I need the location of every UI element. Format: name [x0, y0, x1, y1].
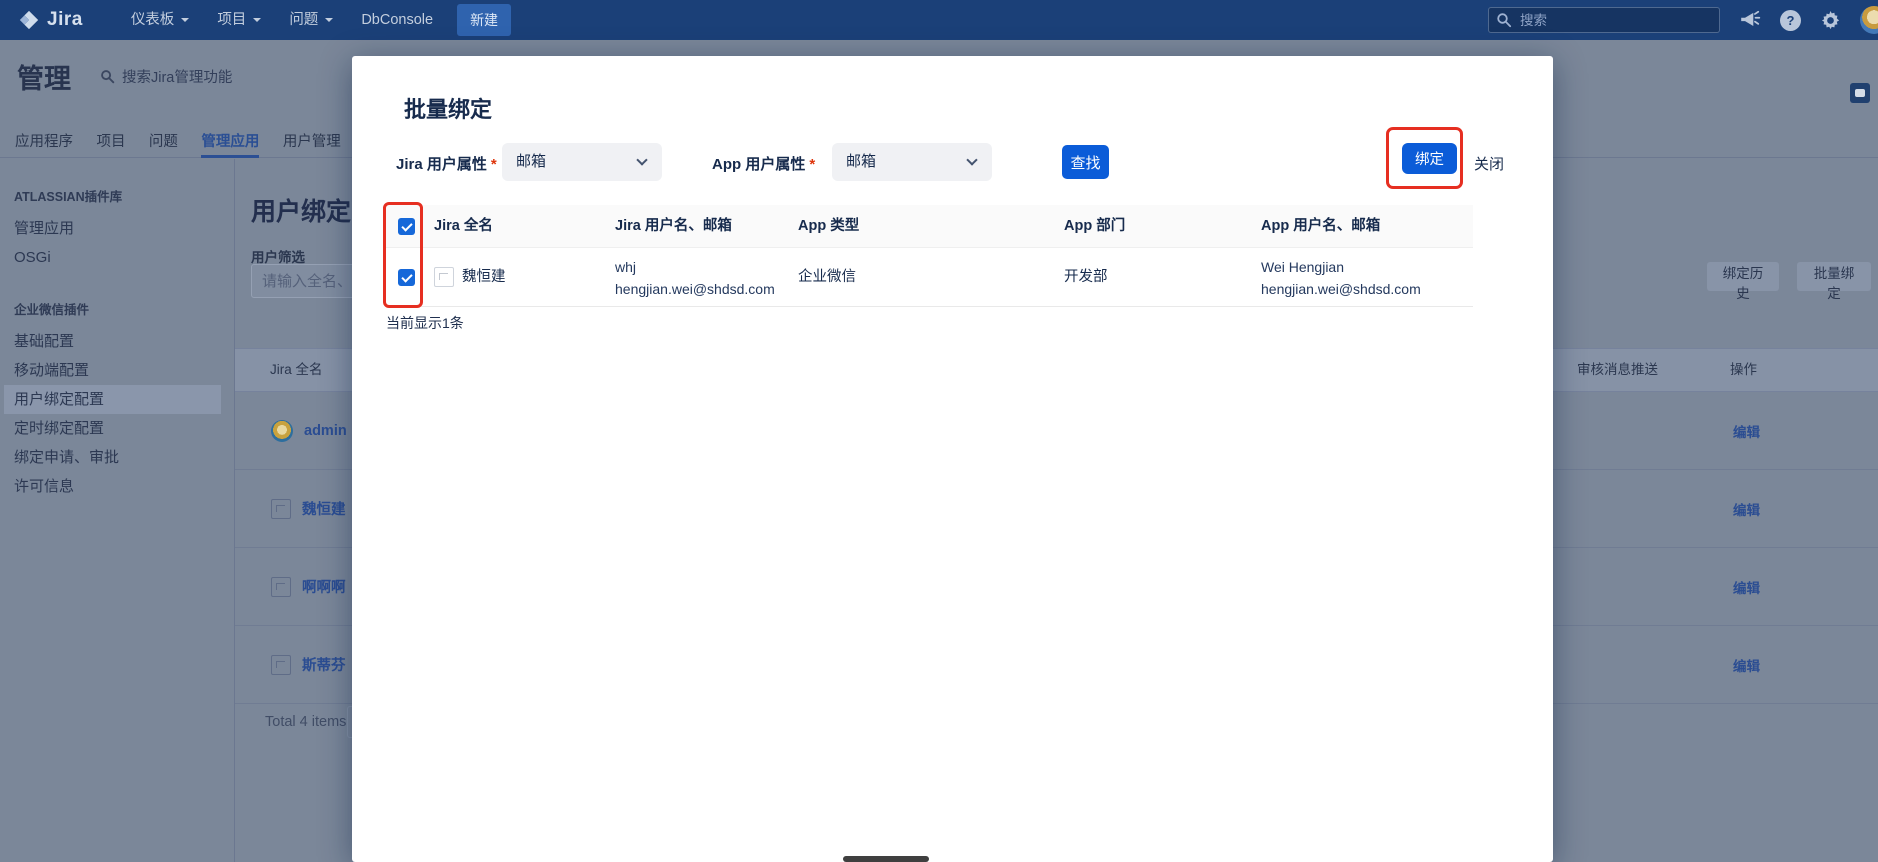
- col-app-dept: App 部门: [1064, 218, 1126, 234]
- cell-jira-email: hengjian.wei@shdsd.com: [615, 281, 775, 297]
- notification-flag-icon[interactable]: [1850, 83, 1870, 103]
- select-all-checkbox[interactable]: [398, 218, 415, 235]
- app-attr-label: App 用户属性 *: [712, 156, 816, 173]
- user-placeholder-icon: [271, 498, 291, 519]
- chevron-down-icon: [181, 18, 190, 26]
- tab-manage-apps[interactable]: 管理应用: [201, 130, 260, 158]
- user-link[interactable]: 斯蒂芬: [302, 654, 346, 675]
- edit-link[interactable]: 编辑: [1733, 655, 1760, 675]
- user-avatar[interactable]: [1860, 6, 1878, 34]
- chevron-down-icon: [325, 18, 334, 26]
- search-icon: [101, 70, 115, 84]
- sidebar-item-user-binding-config[interactable]: 用户绑定配置: [4, 385, 221, 414]
- edit-link[interactable]: 编辑: [1733, 577, 1760, 597]
- col-app-type: App 类型: [798, 218, 860, 234]
- cell-jira-fullname: 魏恒建: [462, 269, 506, 285]
- edit-link[interactable]: 编辑: [1733, 499, 1760, 519]
- navbar-search-input[interactable]: [1488, 7, 1720, 33]
- modal-table-header: Jira 全名 Jira 用户名、邮箱 App 类型 App 部门 App 用户…: [385, 205, 1473, 248]
- navbar-right: ?: [1488, 0, 1878, 40]
- bind-button[interactable]: 绑定: [1402, 143, 1457, 174]
- sidebar-item-binding-approval[interactable]: 绑定申请、审批: [0, 443, 234, 472]
- sidebar-item-mobile-config[interactable]: 移动端配置: [0, 356, 234, 385]
- user-placeholder-icon: [271, 576, 291, 597]
- top-navbar: Jira 仪表板 项目 问题 DbConsole 新建 ?: [0, 0, 1878, 40]
- jira-logo-icon: [18, 9, 40, 31]
- sidebar-item-scheduled-binding[interactable]: 定时绑定配置: [0, 414, 234, 443]
- chevron-down-icon: [966, 154, 978, 166]
- tab-projects[interactable]: 项目: [96, 130, 125, 158]
- jira-logo[interactable]: Jira: [18, 9, 83, 31]
- user-link[interactable]: admin: [304, 423, 347, 439]
- col-app-user-email: App 用户名、邮箱: [1261, 218, 1381, 234]
- cell-app-email: hengjian.wei@shdsd.com: [1261, 281, 1421, 297]
- help-icon[interactable]: ?: [1780, 9, 1801, 31]
- sidebar-section-atlassian: ATLASSIAN插件库: [14, 190, 123, 204]
- tab-user-management[interactable]: 用户管理: [283, 130, 341, 158]
- col-actions: 操作: [1730, 362, 1757, 377]
- edit-link[interactable]: 编辑: [1733, 421, 1760, 441]
- col-jira-fullname: Jira 全名: [434, 218, 493, 234]
- close-button[interactable]: 关闭: [1474, 153, 1504, 174]
- admin-sidebar: ATLASSIAN插件库 管理应用 OSGi 企业微信插件 基础配置 移动端配置…: [0, 159, 235, 862]
- chevron-down-icon: [253, 18, 262, 26]
- row-checkbox[interactable]: [398, 269, 415, 286]
- menu-dbconsole[interactable]: DbConsole: [347, 0, 447, 40]
- cell-jira-username: whj: [615, 259, 637, 275]
- menu-issues[interactable]: 问题: [275, 0, 347, 40]
- batch-binding-button[interactable]: 批量绑定: [1797, 262, 1871, 301]
- sidebar-item-osgi[interactable]: OSGi: [0, 243, 234, 272]
- find-button[interactable]: 查找: [1062, 145, 1109, 179]
- sidebar-item-license-info[interactable]: 许可信息: [0, 472, 234, 501]
- chevron-down-icon: [636, 154, 648, 166]
- user-placeholder-icon: [271, 654, 291, 675]
- sidebar-item-base-config[interactable]: 基础配置: [0, 327, 234, 356]
- modal-result-table: Jira 全名 Jira 用户名、邮箱 App 类型 App 部门 App 用户…: [385, 205, 1473, 307]
- col-jira-user-email: Jira 用户名、邮箱: [615, 218, 732, 234]
- menu-dashboards[interactable]: 仪表板: [117, 0, 204, 40]
- horizontal-scrollbar-thumb[interactable]: [843, 856, 929, 862]
- app-attr-selected-value: 邮箱: [846, 153, 877, 170]
- app-attr-select[interactable]: 邮箱: [832, 143, 992, 181]
- cell-app-username: Wei Hengjian: [1261, 259, 1345, 275]
- admin-page-title: 管理: [17, 64, 71, 94]
- col-jira-fullname: Jira 全名: [270, 362, 323, 377]
- modal-table-row: 魏恒建 whj hengjian.wei@shdsd.com 企业微信 开发部 …: [385, 248, 1473, 307]
- megaphone-icon[interactable]: [1739, 9, 1761, 31]
- admin-search[interactable]: 搜索Jira管理功能: [100, 66, 232, 87]
- modal-title: 批量绑定: [404, 97, 493, 122]
- sidebar-section-wechat: 企业微信插件: [14, 303, 90, 317]
- navbar-menu: 仪表板 项目 问题 DbConsole: [117, 0, 447, 40]
- filter-label: 用户筛选: [251, 250, 305, 265]
- sidebar-item-manage-apps[interactable]: 管理应用: [0, 214, 234, 243]
- navbar-search: [1488, 7, 1720, 33]
- gear-icon[interactable]: [1820, 10, 1841, 31]
- menu-projects[interactable]: 项目: [203, 0, 275, 40]
- required-asterisk: *: [490, 156, 497, 173]
- jira-attr-label: Jira 用户属性 *: [396, 156, 497, 173]
- jira-logo-text: Jira: [47, 9, 83, 30]
- required-asterisk: *: [809, 156, 816, 173]
- user-avatar-icon: [271, 419, 293, 442]
- search-icon: [1496, 12, 1512, 33]
- user-link[interactable]: 魏恒建: [302, 498, 346, 519]
- tab-applications[interactable]: 应用程序: [15, 130, 73, 158]
- jira-attr-select[interactable]: 邮箱: [502, 143, 662, 181]
- jira-attr-selected-value: 邮箱: [516, 153, 547, 170]
- cell-app-type: 企业微信: [798, 269, 856, 285]
- create-button[interactable]: 新建: [457, 4, 512, 36]
- result-count-label: 当前显示1条: [386, 315, 464, 331]
- col-audit-push: 审核消息推送: [1577, 362, 1658, 377]
- total-items-label: Total 4 items: [265, 714, 347, 730]
- tab-issues[interactable]: 问题: [149, 130, 178, 158]
- admin-search-hint: 搜索Jira管理功能: [122, 70, 233, 86]
- cell-app-dept: 开发部: [1064, 269, 1108, 285]
- binding-history-button[interactable]: 绑定历史: [1707, 262, 1779, 301]
- user-placeholder-icon: [434, 267, 454, 287]
- batch-binding-modal: 批量绑定 Jira 用户属性 * 邮箱 App 用户属性 * 邮箱 查找 绑定 关闭…: [352, 56, 1553, 862]
- user-link[interactable]: 啊啊啊: [302, 576, 346, 597]
